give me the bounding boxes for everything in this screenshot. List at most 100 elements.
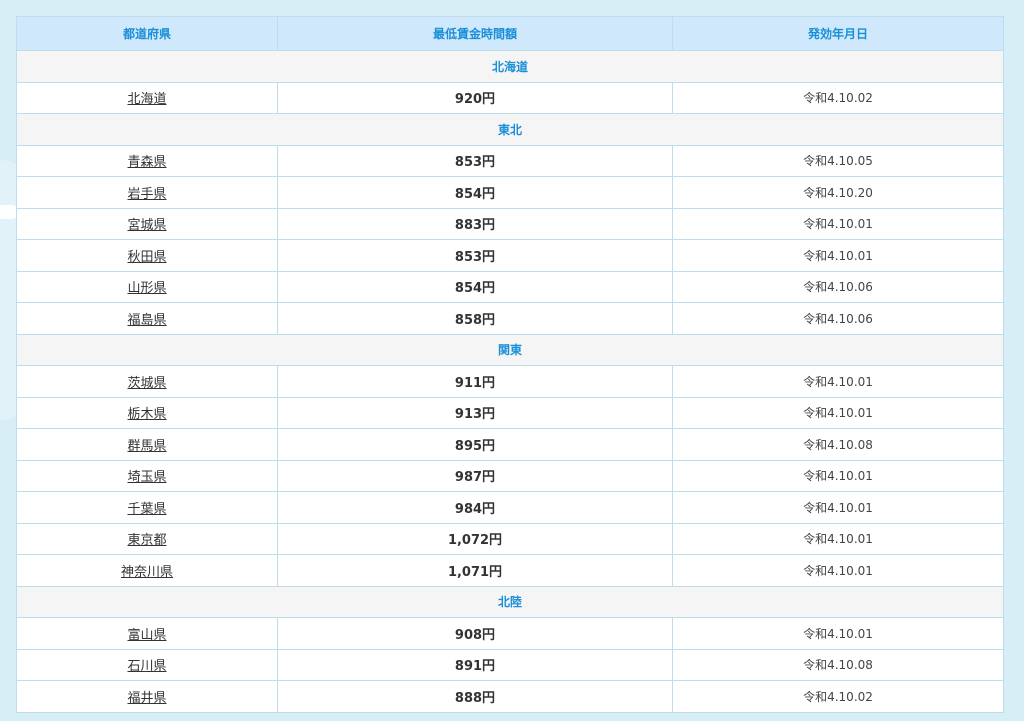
min-wage-table-container: 都道府県 最低賃金時間額 発効年月日 北海道 北海道 920円 令和4.10.02 東北… xyxy=(16,16,1004,713)
prefecture-link[interactable]: 茨城県 xyxy=(127,376,166,391)
min-wage-value: 854円 xyxy=(277,176,673,209)
prefecture-link[interactable]: 神奈川県 xyxy=(121,565,173,580)
effective-date-value: 令和4.10.06 xyxy=(672,302,1004,335)
min-wage-table: 都道府県 最低賃金時間額 発効年月日 北海道 北海道 920円 令和4.10.02 東北… xyxy=(16,16,1004,713)
header-min-wage: 最低賃金時間額 xyxy=(277,16,673,51)
effective-date-value: 令和4.10.08 xyxy=(672,428,1004,461)
effective-date-value: 令和4.10.06 xyxy=(672,270,1004,303)
effective-date-value: 令和4.10.01 xyxy=(672,459,1004,492)
min-wage-value: 858円 xyxy=(277,302,673,335)
prefecture-cell: 北海道 xyxy=(16,81,278,114)
prefecture-link[interactable]: 青森県 xyxy=(127,155,166,170)
effective-date-value: 令和4.10.01 xyxy=(672,396,1004,429)
region-label: 東北 xyxy=(16,113,1004,146)
effective-date-value: 令和4.10.01 xyxy=(672,554,1004,587)
table-row: 群馬県 895円 令和4.10.08 xyxy=(16,428,1004,461)
prefecture-cell: 石川県 xyxy=(16,648,278,681)
prefecture-cell: 千葉県 xyxy=(16,491,278,524)
effective-date-value: 令和4.10.05 xyxy=(672,144,1004,177)
prefecture-link[interactable]: 宮城県 xyxy=(127,218,166,233)
prefecture-cell: 福井県 xyxy=(16,680,278,713)
min-wage-value: 908円 xyxy=(277,617,673,650)
table-row: 富山県 908円 令和4.10.01 xyxy=(16,617,1004,650)
table-row: 石川県 891円 令和4.10.08 xyxy=(16,648,1004,681)
prefecture-link[interactable]: 千葉県 xyxy=(127,502,166,517)
prefecture-link[interactable]: 福井県 xyxy=(127,691,166,706)
effective-date-value: 令和4.10.08 xyxy=(672,648,1004,681)
prefecture-link[interactable]: 福島県 xyxy=(127,313,166,328)
prefecture-link[interactable]: 東京都 xyxy=(127,533,166,548)
region-row: 関東 xyxy=(16,333,1004,366)
table-row: 北海道 920円 令和4.10.02 xyxy=(16,81,1004,114)
prefecture-link[interactable]: 北海道 xyxy=(127,92,166,107)
table-header-row: 都道府県 最低賃金時間額 発効年月日 xyxy=(16,16,1004,51)
prefecture-link[interactable]: 石川県 xyxy=(127,659,166,674)
min-wage-value: 911円 xyxy=(277,365,673,398)
effective-date-value: 令和4.10.01 xyxy=(672,365,1004,398)
prefecture-cell: 富山県 xyxy=(16,617,278,650)
effective-date-value: 令和4.10.01 xyxy=(672,617,1004,650)
min-wage-value: 920円 xyxy=(277,81,673,114)
prefecture-link[interactable]: 富山県 xyxy=(127,628,166,643)
min-wage-value: 888円 xyxy=(277,680,673,713)
region-row: 北海道 xyxy=(16,50,1004,83)
table-row: 神奈川県 1,071円 令和4.10.01 xyxy=(16,554,1004,587)
table-row: 茨城県 911円 令和4.10.01 xyxy=(16,365,1004,398)
effective-date-value: 令和4.10.01 xyxy=(672,207,1004,240)
effective-date-value: 令和4.10.01 xyxy=(672,522,1004,555)
prefecture-link[interactable]: 山形県 xyxy=(127,281,166,296)
region-label: 北陸 xyxy=(16,585,1004,618)
min-wage-value: 853円 xyxy=(277,239,673,272)
min-wage-value: 853円 xyxy=(277,144,673,177)
prefecture-cell: 埼玉県 xyxy=(16,459,278,492)
min-wage-value: 854円 xyxy=(277,270,673,303)
table-row: 青森県 853円 令和4.10.05 xyxy=(16,144,1004,177)
effective-date-value: 令和4.10.01 xyxy=(672,239,1004,272)
prefecture-link[interactable]: 岩手県 xyxy=(127,187,166,202)
prefecture-cell: 山形県 xyxy=(16,270,278,303)
region-row: 北陸 xyxy=(16,585,1004,618)
table-row: 埼玉県 987円 令和4.10.01 xyxy=(16,459,1004,492)
table-row: 福島県 858円 令和4.10.06 xyxy=(16,302,1004,335)
table-body: 北海道 北海道 920円 令和4.10.02 東北 青森県 853円 令和4.10.05 岩手県… xyxy=(16,50,1004,713)
prefecture-link[interactable]: 栃木県 xyxy=(127,407,166,422)
prefecture-link[interactable]: 秋田県 xyxy=(127,250,166,265)
prefecture-cell: 岩手県 xyxy=(16,176,278,209)
prefecture-cell: 青森県 xyxy=(16,144,278,177)
min-wage-value: 1,071円 xyxy=(277,554,673,587)
min-wage-value: 987円 xyxy=(277,459,673,492)
effective-date-value: 令和4.10.02 xyxy=(672,81,1004,114)
prefecture-cell: 群馬県 xyxy=(16,428,278,461)
prefecture-cell: 東京都 xyxy=(16,522,278,555)
prefecture-link[interactable]: 埼玉県 xyxy=(127,470,166,485)
table-row: 栃木県 913円 令和4.10.01 xyxy=(16,396,1004,429)
table-row: 福井県 888円 令和4.10.02 xyxy=(16,680,1004,713)
effective-date-value: 令和4.10.20 xyxy=(672,176,1004,209)
table-row: 岩手県 854円 令和4.10.20 xyxy=(16,176,1004,209)
prefecture-cell: 栃木県 xyxy=(16,396,278,429)
prefecture-cell: 宮城県 xyxy=(16,207,278,240)
table-row: 東京都 1,072円 令和4.10.01 xyxy=(16,522,1004,555)
prefecture-link[interactable]: 群馬県 xyxy=(127,439,166,454)
min-wage-value: 883円 xyxy=(277,207,673,240)
table-row: 千葉県 984円 令和4.10.01 xyxy=(16,491,1004,524)
table-row: 宮城県 883円 令和4.10.01 xyxy=(16,207,1004,240)
effective-date-value: 令和4.10.02 xyxy=(672,680,1004,713)
min-wage-value: 895円 xyxy=(277,428,673,461)
prefecture-cell: 福島県 xyxy=(16,302,278,335)
table-row: 山形県 854円 令和4.10.06 xyxy=(16,270,1004,303)
prefecture-cell: 神奈川県 xyxy=(16,554,278,587)
min-wage-value: 913円 xyxy=(277,396,673,429)
region-label: 北海道 xyxy=(16,50,1004,83)
effective-date-value: 令和4.10.01 xyxy=(672,491,1004,524)
table-row: 秋田県 853円 令和4.10.01 xyxy=(16,239,1004,272)
region-row: 東北 xyxy=(16,113,1004,146)
min-wage-value: 1,072円 xyxy=(277,522,673,555)
prefecture-cell: 秋田県 xyxy=(16,239,278,272)
region-label: 関東 xyxy=(16,333,1004,366)
min-wage-value: 984円 xyxy=(277,491,673,524)
header-effective-date: 発効年月日 xyxy=(672,16,1004,51)
header-prefecture: 都道府県 xyxy=(16,16,278,51)
prefecture-cell: 茨城県 xyxy=(16,365,278,398)
min-wage-value: 891円 xyxy=(277,648,673,681)
